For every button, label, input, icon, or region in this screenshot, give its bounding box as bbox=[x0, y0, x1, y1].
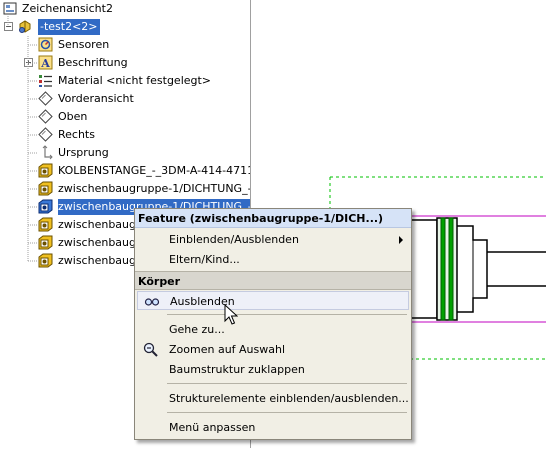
menu-item-label: Zoomen auf Auswahl bbox=[169, 343, 286, 356]
menu-item-label: Menü anpassen bbox=[169, 421, 256, 434]
plane-icon bbox=[38, 91, 53, 106]
mouse-cursor-icon bbox=[224, 304, 238, 325]
part-icon bbox=[38, 217, 53, 232]
tree-item-label: Rechts bbox=[58, 128, 95, 141]
tree-root-label: Zeichenansicht2 bbox=[22, 2, 113, 15]
menu-item-goto[interactable]: Gehe zu... bbox=[137, 320, 409, 339]
menu-item-label: Strukturelemente einblenden/ausblenden..… bbox=[169, 392, 409, 405]
zoom-icon bbox=[143, 342, 158, 357]
tree-item-label: KOLBENSTANGE_-_3DM-A-414-4711_6- bbox=[58, 164, 251, 177]
annotation-icon: A bbox=[38, 55, 53, 70]
tree-item-label: Oben bbox=[58, 110, 88, 123]
assembly-icon bbox=[19, 20, 31, 33]
menu-separator bbox=[167, 412, 407, 413]
menu-separator bbox=[167, 314, 407, 315]
tree-item-label: Ursprung bbox=[58, 146, 109, 159]
menu-header-feature: Feature (zwischenbaugruppe-1/DICH...) bbox=[135, 209, 411, 228]
drawing-view-icon bbox=[3, 2, 17, 15]
svg-text:A: A bbox=[40, 57, 50, 70]
part-icon bbox=[38, 235, 53, 250]
tree-item-label: Sensoren bbox=[58, 38, 110, 51]
context-menu: Feature (zwischenbaugruppe-1/DICH...) Ei… bbox=[134, 208, 412, 440]
plane-icon bbox=[38, 109, 53, 124]
tree-model-label: -test2<2> bbox=[38, 19, 100, 35]
menu-separator bbox=[167, 383, 407, 384]
part-icon bbox=[38, 199, 53, 214]
part-icon bbox=[38, 253, 53, 268]
tree-item-label: Beschriftung bbox=[58, 56, 128, 69]
part-icon bbox=[38, 181, 53, 196]
menu-item-label: Baumstruktur zuklappen bbox=[169, 363, 305, 376]
sensor-icon bbox=[38, 37, 53, 52]
menu-item-label: Einblenden/Ausblenden bbox=[169, 233, 299, 246]
expand-toggle[interactable]: + bbox=[24, 58, 33, 67]
menu-item-parent-child[interactable]: Eltern/Kind... bbox=[137, 250, 409, 269]
part-icon bbox=[38, 163, 53, 178]
menu-item-show-hide[interactable]: Einblenden/Ausblenden bbox=[137, 230, 409, 249]
plane-icon bbox=[38, 127, 53, 142]
menu-item-zoom-to-selection[interactable]: Zoomen auf Auswahl bbox=[137, 340, 409, 359]
origin-icon bbox=[42, 145, 53, 160]
menu-item-tree-elements[interactable]: Strukturelemente einblenden/ausblenden..… bbox=[137, 389, 409, 408]
tree-item-label: Material <nicht festgelegt> bbox=[58, 74, 212, 87]
menu-item-label: Gehe zu... bbox=[169, 323, 225, 336]
menu-item-label: Eltern/Kind... bbox=[169, 253, 240, 266]
menu-item-customize[interactable]: Menü anpassen bbox=[137, 418, 409, 437]
menu-item-collapse-tree[interactable]: Baumstruktur zuklappen bbox=[137, 360, 409, 379]
hide-glasses-icon bbox=[144, 298, 160, 306]
tree-item-label: zwischenbaugruppe-1/DICHTUNG_-_3D bbox=[58, 182, 251, 195]
tree-item-label: Vorderansicht bbox=[58, 92, 134, 105]
material-icon bbox=[39, 75, 52, 87]
collapse-toggle[interactable]: − bbox=[4, 22, 13, 31]
menu-header-body: Körper bbox=[135, 271, 411, 290]
menu-item-hide[interactable]: Ausblenden bbox=[137, 291, 409, 310]
submenu-arrow-icon bbox=[399, 236, 403, 244]
